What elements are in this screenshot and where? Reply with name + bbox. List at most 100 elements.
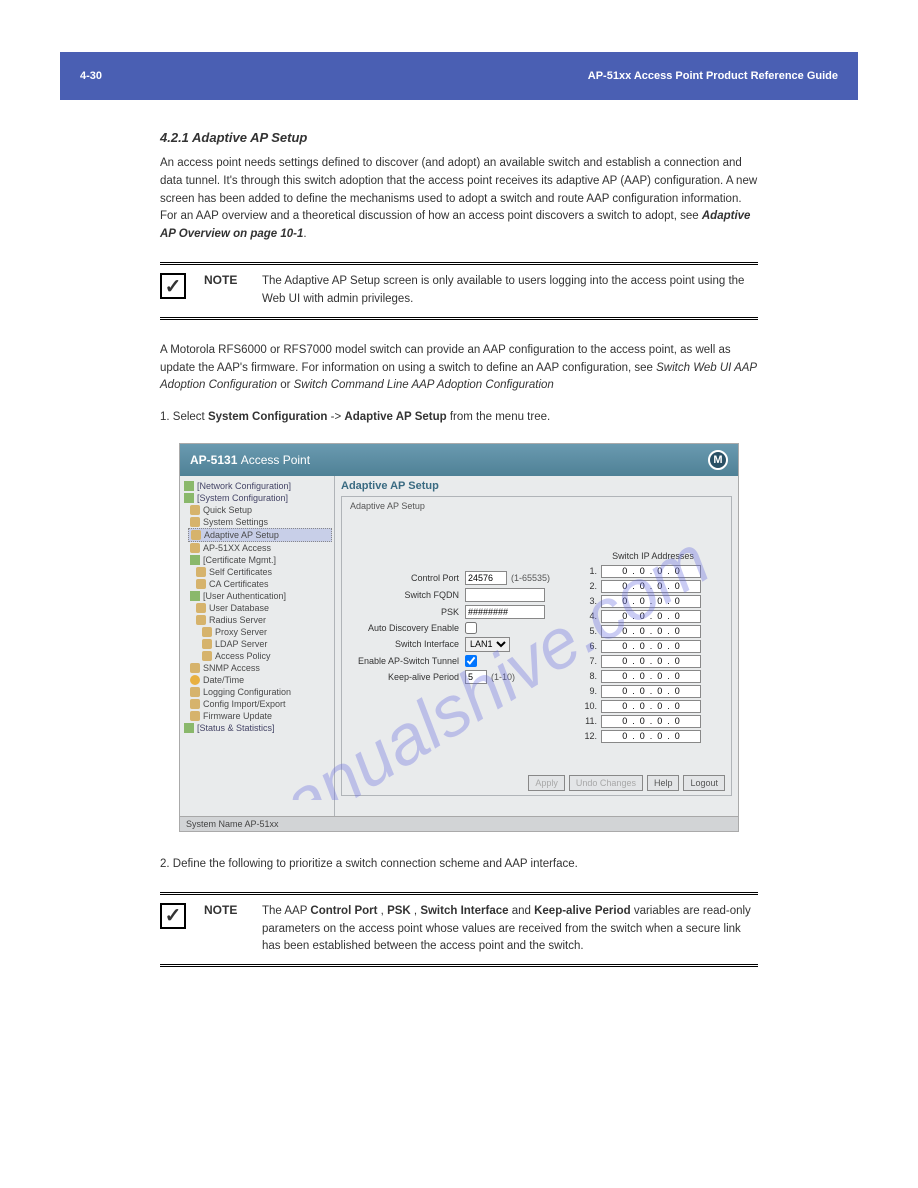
panel-title: Adaptive AP Setup <box>341 480 732 492</box>
nav-ldap[interactable]: LDAP Server <box>200 638 332 650</box>
fqdn-input[interactable] <box>465 588 545 602</box>
ip-input-1[interactable] <box>601 565 701 578</box>
ip-input-8[interactable] <box>601 670 701 683</box>
ip-num: 2. <box>583 581 601 591</box>
ip-input-4[interactable] <box>601 610 701 623</box>
app-title-bar: AP-5131 Access Point M <box>180 444 738 476</box>
nav-status-stats[interactable]: [Status & Statistics] <box>182 722 332 734</box>
nav-label: System Settings <box>203 517 268 527</box>
nav-label: Adaptive AP Setup <box>204 530 279 540</box>
ip-input-12[interactable] <box>601 730 701 743</box>
step1-b: System Configuration <box>208 411 327 423</box>
nav-network-config[interactable]: [Network Configuration] <box>182 480 332 492</box>
note2-a: The AAP <box>262 905 310 917</box>
leaf-icon <box>190 699 200 709</box>
folder-icon <box>184 493 194 503</box>
switchif-select[interactable]: LAN1 <box>465 637 510 652</box>
row-autodiscovery: Auto Discovery Enable <box>350 622 573 634</box>
note2-h: Keep-alive Period <box>534 905 631 917</box>
ip-input-11[interactable] <box>601 715 701 728</box>
ip-input-10[interactable] <box>601 700 701 713</box>
leaf-icon <box>190 687 200 697</box>
switchif-label: Switch Interface <box>350 639 465 649</box>
app-window: AP-5131 Access Point M [Network Configur… <box>179 443 739 832</box>
nav-tree[interactable]: [Network Configuration] [System Configur… <box>180 476 335 816</box>
panel-subtitle: Adaptive AP Setup <box>350 501 723 511</box>
note-text: The AAP Control Port , PSK , Switch Inte… <box>262 903 758 956</box>
app-title-model: AP-5131 <box>190 453 241 467</box>
nav-label: Radius Server <box>209 615 266 625</box>
ip-input-7[interactable] <box>601 655 701 668</box>
nav-radius[interactable]: Radius Server <box>194 614 332 626</box>
status-bar: System Name AP-51xx <box>180 816 738 831</box>
nav-label: Access Policy <box>215 651 271 661</box>
ip-input-5[interactable] <box>601 625 701 638</box>
nav-label: SNMP Access <box>203 663 260 673</box>
psk-input[interactable] <box>465 605 545 619</box>
nav-label: [User Authentication] <box>203 591 286 601</box>
nav-adaptive-ap-setup[interactable]: Adaptive AP Setup <box>188 528 332 542</box>
ip-num: 6. <box>583 641 601 651</box>
main-panel: Adaptive AP Setup Adaptive AP Setup Cont… <box>335 476 738 816</box>
note2-f: Switch Interface <box>420 905 508 917</box>
nav-logging[interactable]: Logging Configuration <box>188 686 332 698</box>
tunnel-checkbox[interactable] <box>465 655 477 667</box>
nav-user-db[interactable]: User Database <box>194 602 332 614</box>
note-text: The Adaptive AP Setup screen is only ava… <box>262 273 758 309</box>
nav-quick-setup[interactable]: Quick Setup <box>188 504 332 516</box>
section-heading: 4.2.1 Adaptive AP Setup <box>160 130 758 145</box>
autodisc-checkbox[interactable] <box>465 622 477 634</box>
nav-label: Self Certificates <box>209 567 272 577</box>
fqdn-label: Switch FQDN <box>350 590 465 600</box>
para2-or: or <box>280 379 293 391</box>
ip-num: 7. <box>583 656 601 666</box>
nav-label: [Status & Statistics] <box>197 723 275 733</box>
motorola-logo-icon: M <box>708 450 728 470</box>
nav-proxy[interactable]: Proxy Server <box>200 626 332 638</box>
check-icon: ✓ <box>160 903 186 929</box>
page-header: 4-30 AP-51xx Access Point Product Refere… <box>60 52 858 100</box>
nav-datetime[interactable]: Date/Time <box>188 674 332 686</box>
ip-num: 4. <box>583 611 601 621</box>
leaf-icon <box>196 567 206 577</box>
note-block-2: ✓ NOTE The AAP Control Port , PSK , Swit… <box>160 892 758 967</box>
step-2: 2. Define the following to prioritize a … <box>160 856 758 874</box>
folder-icon <box>190 591 200 601</box>
nav-firmware[interactable]: Firmware Update <box>188 710 332 722</box>
nav-label: AP-51XX Access <box>203 543 271 553</box>
page-number: 4-30 <box>80 70 102 82</box>
leaf-icon <box>202 639 212 649</box>
nav-label: LDAP Server <box>215 639 267 649</box>
nav-snmp[interactable]: SNMP Access <box>188 662 332 674</box>
apply-button[interactable]: Apply <box>528 775 565 791</box>
nav-system-config[interactable]: [System Configuration] <box>182 492 332 504</box>
nav-config-ie[interactable]: Config Import/Export <box>188 698 332 710</box>
logout-button[interactable]: Logout <box>683 775 725 791</box>
nav-ap51xx-access[interactable]: AP-51XX Access <box>188 542 332 554</box>
nav-self-cert[interactable]: Self Certificates <box>194 566 332 578</box>
intro-text: An access point needs settings defined t… <box>160 157 757 222</box>
keepalive-input[interactable] <box>465 670 487 684</box>
undo-button[interactable]: Undo Changes <box>569 775 643 791</box>
nav-ca-cert[interactable]: CA Certificates <box>194 578 332 590</box>
ip-input-6[interactable] <box>601 640 701 653</box>
control-port-input[interactable] <box>465 571 507 585</box>
ip-input-3[interactable] <box>601 595 701 608</box>
ip-input-9[interactable] <box>601 685 701 698</box>
leaf-icon <box>202 627 212 637</box>
ip-num: 11. <box>583 716 601 726</box>
ip-num: 1. <box>583 566 601 576</box>
intro-paragraph: An access point needs settings defined t… <box>160 155 758 244</box>
para2-link2[interactable]: Switch Command Line AAP Adoption Configu… <box>294 379 554 391</box>
nav-user-auth[interactable]: [User Authentication] <box>188 590 332 602</box>
ip-row-6: 6. <box>583 640 723 653</box>
ip-input-2[interactable] <box>601 580 701 593</box>
ip-num: 10. <box>583 701 601 711</box>
leaf-icon <box>190 517 200 527</box>
help-button[interactable]: Help <box>647 775 680 791</box>
control-port-hint: (1-65535) <box>511 573 550 583</box>
nav-cert-mgmt[interactable]: [Certificate Mgmt.] <box>188 554 332 566</box>
nav-access-policy[interactable]: Access Policy <box>200 650 332 662</box>
note-label: NOTE <box>204 903 254 917</box>
nav-system-settings[interactable]: System Settings <box>188 516 332 528</box>
